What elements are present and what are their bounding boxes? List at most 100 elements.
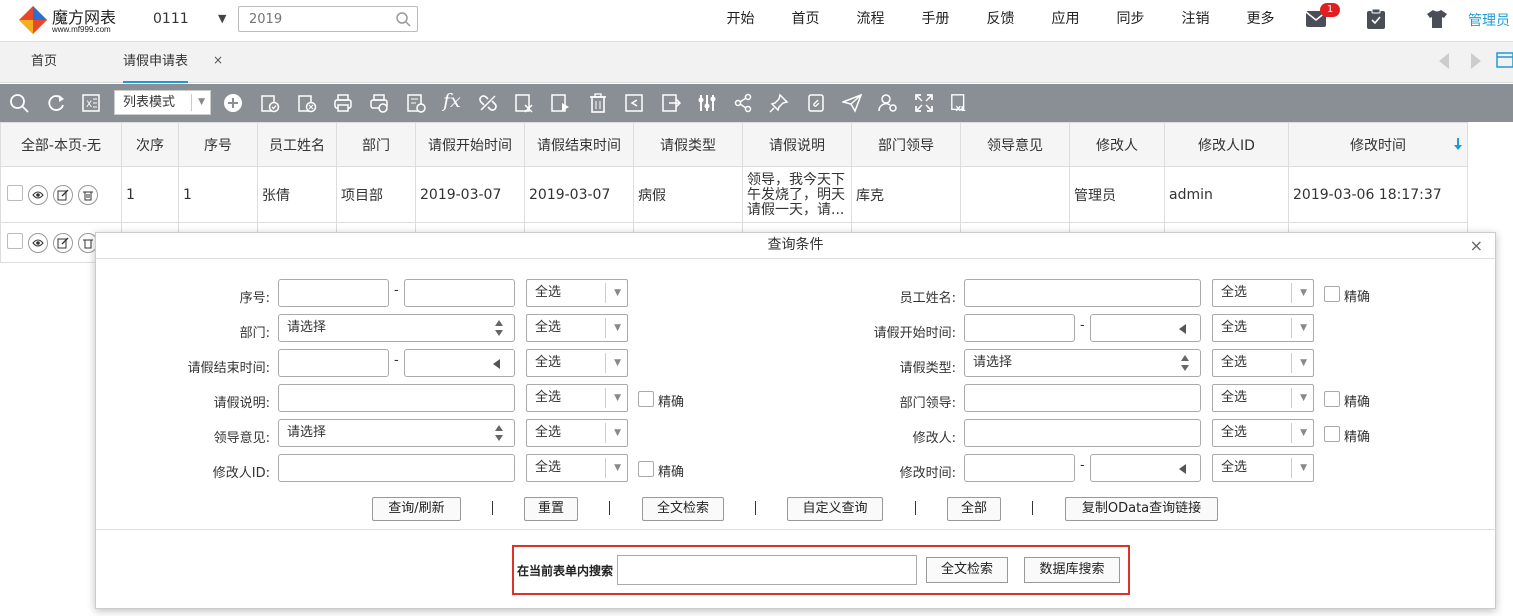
col-dept[interactable]: 部门 bbox=[336, 122, 416, 167]
trash-icon[interactable] bbox=[78, 184, 98, 205]
nav-feedback[interactable]: 反馈 bbox=[968, 0, 1033, 42]
modifier-id-select[interactable]: 全选 ▼ bbox=[526, 454, 628, 482]
col-seq[interactable]: 序号 bbox=[178, 122, 258, 167]
year-code[interactable]: 0111 bbox=[153, 11, 189, 27]
share-icon[interactable] bbox=[733, 93, 753, 113]
edit-icon[interactable] bbox=[53, 184, 73, 205]
nav-logout[interactable]: 注销 bbox=[1163, 0, 1228, 42]
seq-from-input[interactable] bbox=[278, 279, 389, 307]
modifier-select[interactable]: 全选 ▼ bbox=[1212, 419, 1314, 447]
query-refresh-button[interactable]: 查询/刷新 bbox=[372, 497, 461, 521]
nav-sync[interactable]: 同步 bbox=[1098, 0, 1163, 42]
date-picker-icon[interactable] bbox=[1179, 464, 1186, 474]
leave-type-select[interactable]: 请选择 bbox=[964, 349, 1201, 377]
custom-query-button[interactable]: 自定义查询 bbox=[787, 497, 883, 521]
eye-icon[interactable] bbox=[28, 184, 48, 205]
send-icon[interactable] bbox=[842, 93, 862, 113]
modified-time-select[interactable]: 全选 ▼ bbox=[1212, 454, 1314, 482]
close-icon[interactable]: × bbox=[1470, 236, 1483, 255]
eye-icon[interactable] bbox=[28, 232, 48, 253]
approve-icon[interactable] bbox=[260, 93, 280, 113]
unlink-icon[interactable] bbox=[478, 93, 498, 113]
modifier-input[interactable] bbox=[964, 419, 1201, 447]
nav-more[interactable]: 更多 bbox=[1228, 0, 1293, 42]
col-start-time[interactable]: 请假开始时间 bbox=[415, 122, 525, 167]
desc-input[interactable] bbox=[278, 384, 515, 412]
col-dept-leader[interactable]: 部门领导 bbox=[851, 122, 961, 167]
table-row[interactable]: 1 1 张倩 项目部 2019-03-07 2019-03-07 病假 领导，我… bbox=[0, 166, 1468, 223]
nav-manual[interactable]: 手册 bbox=[903, 0, 968, 42]
col-modifier-id[interactable]: 修改人ID bbox=[1164, 122, 1289, 167]
cell-dept-leader[interactable]: 库克 bbox=[851, 166, 961, 223]
desc-select[interactable]: 全选 ▼ bbox=[526, 384, 628, 412]
close-icon[interactable]: × bbox=[213, 53, 223, 67]
modifier-id-exact-checkbox[interactable] bbox=[638, 461, 654, 477]
skin-shirt-icon[interactable] bbox=[1426, 9, 1448, 29]
col-leave-desc[interactable]: 请假说明 bbox=[742, 122, 852, 167]
end-time-from-input[interactable] bbox=[278, 349, 389, 377]
leave-type-mode-select[interactable]: 全选 ▼ bbox=[1212, 349, 1314, 377]
run-icon[interactable] bbox=[550, 93, 570, 113]
all-button[interactable]: 全部 bbox=[947, 497, 1001, 521]
global-search-input[interactable] bbox=[239, 7, 389, 31]
pin-icon[interactable] bbox=[769, 93, 789, 113]
clipboard-icon[interactable] bbox=[1366, 8, 1386, 30]
import-icon[interactable] bbox=[624, 93, 644, 113]
print-icon[interactable] bbox=[333, 93, 353, 113]
end-time-select[interactable]: 全选 ▼ bbox=[526, 349, 628, 377]
search-icon[interactable] bbox=[9, 93, 29, 113]
form-settings-icon[interactable] bbox=[406, 93, 426, 113]
reset-button[interactable]: 重置 bbox=[524, 497, 578, 521]
nav-apps[interactable]: 应用 bbox=[1033, 0, 1098, 42]
desc-exact-checkbox[interactable] bbox=[638, 391, 654, 407]
opinion-select[interactable]: 请选择 bbox=[278, 419, 515, 447]
app-logo[interactable]: 魔方网表 www.mf999.com bbox=[18, 3, 128, 37]
tab-leave-request[interactable]: 请假申请表 bbox=[123, 42, 189, 83]
arrow-left-icon[interactable] bbox=[1437, 52, 1451, 70]
excel-export-icon[interactable]: X bbox=[81, 93, 101, 113]
delete-icon[interactable] bbox=[588, 93, 608, 113]
employee-name-input[interactable] bbox=[964, 279, 1201, 307]
user-name[interactable]: 管理员 bbox=[1468, 10, 1510, 30]
fulltext-search-button[interactable]: 全文检索 bbox=[642, 497, 724, 521]
formula-icon[interactable]: fx bbox=[443, 90, 463, 112]
modifier-id-input[interactable] bbox=[278, 454, 515, 482]
chevron-down-icon[interactable]: ▼ bbox=[218, 12, 226, 25]
modified-time-from-input[interactable] bbox=[964, 454, 1075, 482]
export-icon[interactable] bbox=[661, 93, 681, 113]
row-checkbox[interactable] bbox=[7, 232, 23, 249]
employee-name-exact-checkbox[interactable] bbox=[1324, 286, 1340, 302]
start-time-select[interactable]: 全选 ▼ bbox=[1212, 314, 1314, 342]
fullscreen-icon[interactable] bbox=[914, 93, 934, 113]
dept-leader-input[interactable] bbox=[964, 384, 1201, 412]
col-modifier[interactable]: 修改人 bbox=[1069, 122, 1165, 167]
col-modified-time[interactable]: 修改时间 bbox=[1288, 122, 1468, 167]
global-search[interactable] bbox=[238, 6, 418, 32]
attachment-icon[interactable] bbox=[806, 93, 826, 113]
copy-odata-link-button[interactable]: 复制OData查询链接 bbox=[1065, 497, 1218, 521]
formula-clear-icon[interactable] bbox=[514, 93, 534, 113]
modified-time-to-input[interactable] bbox=[1090, 454, 1201, 482]
col-leave-type[interactable]: 请假类型 bbox=[633, 122, 743, 167]
view-mode-select[interactable]: 列表模式 ▼ bbox=[114, 90, 211, 115]
add-icon[interactable] bbox=[223, 93, 243, 113]
dept-mode-select[interactable]: 全选 ▼ bbox=[526, 314, 628, 342]
database-search-button[interactable]: 数据库搜索 bbox=[1024, 557, 1120, 583]
reject-icon[interactable] bbox=[297, 93, 317, 113]
seq-to-input[interactable] bbox=[404, 279, 515, 307]
col-select-all[interactable]: 全部-本页-无 bbox=[0, 122, 122, 167]
refresh-icon[interactable] bbox=[46, 93, 66, 113]
seq-select[interactable]: 全选 ▼ bbox=[526, 279, 628, 307]
employee-name-select[interactable]: 全选 ▼ bbox=[1212, 279, 1314, 307]
date-picker-icon[interactable] bbox=[1179, 324, 1186, 334]
tab-home[interactable]: 首页 bbox=[31, 42, 57, 83]
modifier-exact-checkbox[interactable] bbox=[1324, 426, 1340, 442]
row-checkbox[interactable] bbox=[7, 184, 23, 201]
nav-start[interactable]: 开始 bbox=[708, 0, 773, 42]
arrow-right-icon[interactable] bbox=[1469, 52, 1483, 70]
print-settings-icon[interactable] bbox=[369, 93, 389, 113]
dept-leader-exact-checkbox[interactable] bbox=[1324, 391, 1340, 407]
start-time-from-input[interactable] bbox=[964, 314, 1075, 342]
col-employee-name[interactable]: 员工姓名 bbox=[257, 122, 337, 167]
col-end-time[interactable]: 请假结束时间 bbox=[524, 122, 634, 167]
